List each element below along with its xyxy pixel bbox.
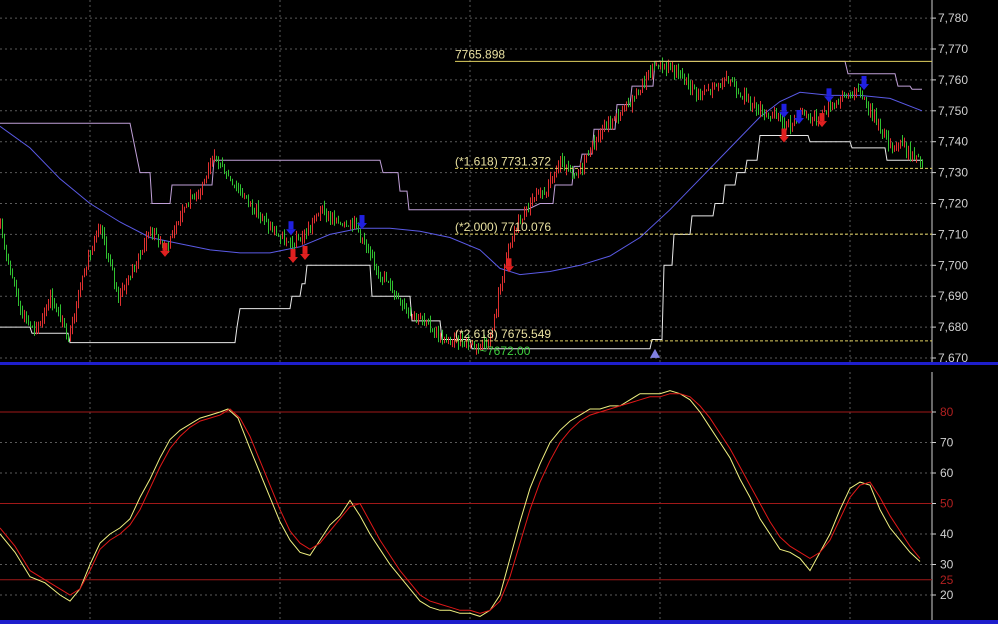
signal-arrow-shaft [819, 113, 825, 122]
price-tick-label: 7,730 [938, 166, 968, 180]
osc-tick-label: 40 [940, 527, 954, 541]
signal-arrow-shaft [861, 75, 867, 84]
low-price-annotation: ~7672.00 [480, 344, 531, 358]
price-tick-label: 7,720 [938, 197, 968, 211]
price-tick-label: 7,740 [938, 135, 968, 149]
osc-tick-label: 60 [940, 466, 954, 480]
signal-arrow-shaft [796, 109, 802, 118]
signal-arrow-shaft [506, 258, 512, 267]
price-tick-label: 7,700 [938, 258, 968, 272]
price-tick-label: 7,710 [938, 227, 968, 241]
signal-arrow-shaft [290, 249, 296, 258]
signal-arrow-shaft [826, 88, 832, 97]
price-tick-label: 7,780 [938, 11, 968, 25]
signal-arrow-shaft [302, 245, 308, 254]
signal-arrow-shaft [359, 215, 365, 224]
fib-level-label: 7765.898 [455, 47, 505, 61]
bottom-border [0, 620, 998, 624]
osc-level-label: 25 [940, 573, 954, 587]
osc-level-label: 80 [940, 405, 954, 419]
price-tick-label: 7,690 [938, 289, 968, 303]
osc-tick-label: 70 [940, 436, 954, 450]
signal-arrow-shaft [781, 103, 787, 112]
fib-level-label: (*2.618) 7675.549 [455, 327, 551, 341]
fib-level-label: (*1.618) 7731.372 [455, 154, 551, 168]
oscillator-panel: 20 30 40 60 70 25 50 80 [0, 372, 998, 624]
osc-tick-label: 30 [940, 558, 954, 572]
price-panel: 7,6707,6807,6907,7007,7107,7207,7307,740… [0, 0, 998, 365]
price-tick-label: 7,760 [938, 73, 968, 87]
osc-tick-label: 20 [940, 588, 954, 602]
price-tick-label: 7,680 [938, 320, 968, 334]
signal-arrow-shaft [288, 221, 294, 230]
trading-chart: 7,6707,6807,6907,7007,7107,7207,7307,740… [0, 0, 998, 624]
osc-level-label: 50 [940, 497, 954, 511]
fib-level-label: (*2.000) 7710.076 [455, 220, 551, 234]
signal-arrow-shaft [781, 128, 787, 137]
price-tick-label: 7,770 [938, 42, 968, 56]
signal-arrow-shaft [162, 242, 168, 251]
price-tick-label: 7,750 [938, 104, 968, 118]
panel-separator [0, 362, 998, 365]
